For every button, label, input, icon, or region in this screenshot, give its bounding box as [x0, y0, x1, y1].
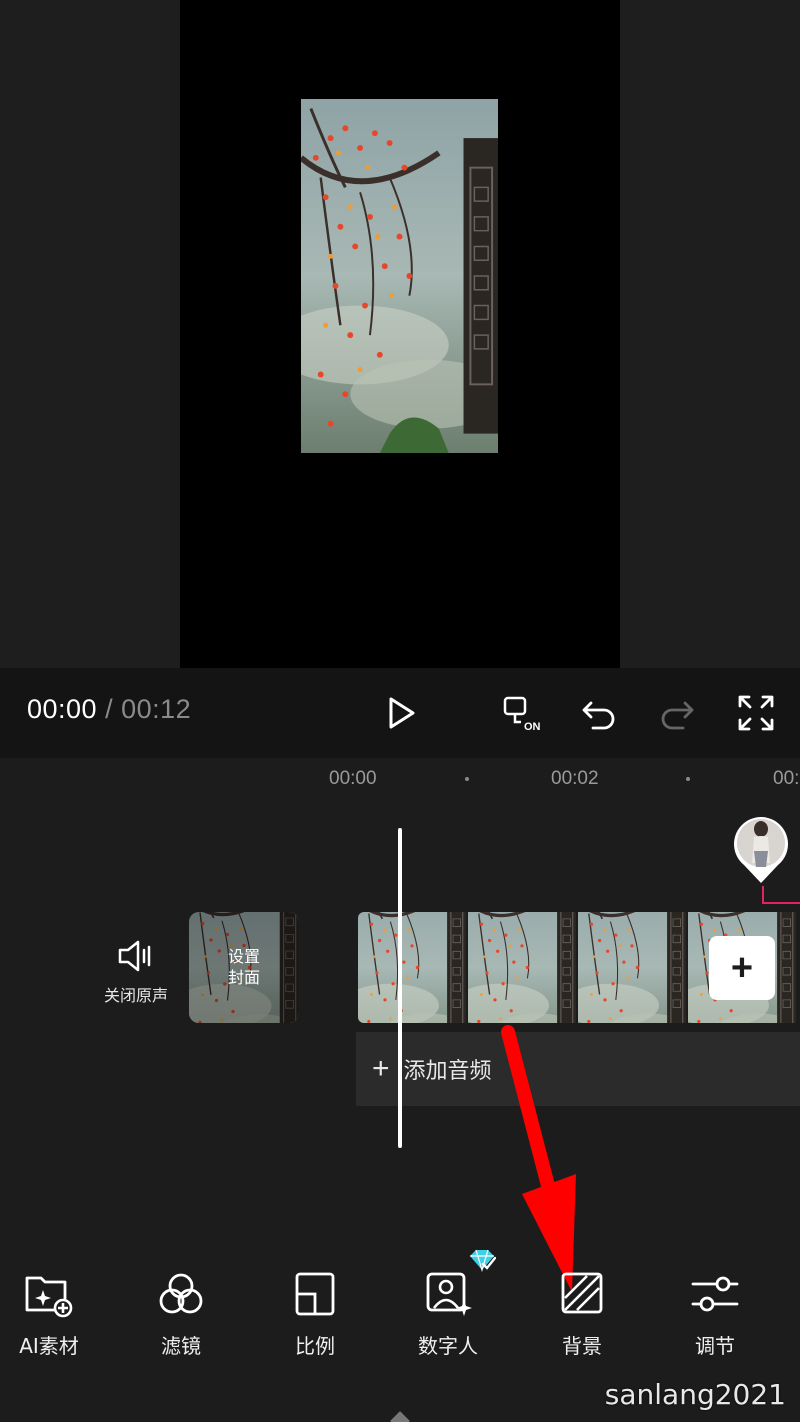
- video-canvas[interactable]: [180, 0, 620, 668]
- bottom-toolbar: AI素材 滤镜 比例 数字人 背景 调节: [0, 1250, 800, 1370]
- video-preview-frame: [301, 99, 498, 453]
- watermark: sanlang2021: [604, 1378, 786, 1411]
- toolbar-background[interactable]: 背景: [527, 1270, 637, 1360]
- play-icon: [389, 697, 415, 729]
- add-audio-label: 添加音频: [403, 1059, 492, 1084]
- ruler-tick-label: 00:02: [551, 768, 599, 789]
- clip-frame: [468, 912, 576, 1023]
- play-button[interactable]: [378, 690, 424, 736]
- playhead[interactable]: [398, 828, 402, 1148]
- toolbar-ratio[interactable]: 比例: [260, 1270, 370, 1360]
- nav-home-hint: [390, 1411, 410, 1422]
- total-time: 00:12: [121, 694, 192, 724]
- plus-icon: +: [372, 1052, 390, 1085]
- mute-label: 关闭原声: [103, 986, 168, 1005]
- undo-icon: [582, 701, 615, 730]
- ruler-tick-label: 00:00: [329, 768, 377, 789]
- timeline[interactable]: 00:00 00:02 00:0 关闭原声 设置 封面 + + 添加: [0, 758, 800, 1238]
- ruler-tick-label: 00:0: [773, 768, 800, 789]
- toolbar-filter[interactable]: 滤镜: [126, 1270, 236, 1360]
- redo-button[interactable]: [654, 690, 700, 736]
- undo-button[interactable]: [576, 690, 622, 736]
- pin-connector: [762, 902, 800, 904]
- keyframe-on-icon: ON: [503, 696, 541, 733]
- timecode: 00:00 / 00:12: [27, 694, 191, 725]
- digital-human-avatar-pin[interactable]: [732, 813, 790, 885]
- add-clip-button[interactable]: +: [709, 936, 775, 1000]
- background-icon: [561, 1272, 603, 1314]
- toolbar-ai-material[interactable]: AI素材: [0, 1270, 104, 1360]
- current-time: 00:00: [27, 694, 98, 724]
- toolbar-digital-human[interactable]: 数字人: [393, 1270, 503, 1360]
- ruler-dot: [686, 777, 690, 781]
- cover-label: 设置 封面: [227, 947, 260, 987]
- redo-icon: [661, 701, 694, 730]
- adjust-icon: [691, 1276, 739, 1312]
- preview-area: [0, 0, 800, 668]
- set-cover-button[interactable]: 设置 封面: [189, 912, 299, 1023]
- time-separator: /: [105, 694, 114, 724]
- svg-text:ON: ON: [524, 721, 541, 733]
- speaker-icon: [118, 940, 151, 972]
- toolbar-adjust[interactable]: 调节: [660, 1270, 770, 1360]
- mute-original-audio-button[interactable]: 关闭原声: [96, 938, 176, 1008]
- ai-material-icon: [25, 1276, 73, 1318]
- fullscreen-icon: [738, 695, 774, 731]
- fullscreen-button[interactable]: [733, 690, 779, 736]
- clip-frame: [358, 912, 466, 1023]
- keyframe-on-button[interactable]: ON: [499, 690, 545, 736]
- digital-human-icon: [426, 1272, 472, 1316]
- ratio-icon: [295, 1272, 335, 1316]
- ruler-dot: [465, 777, 469, 781]
- filter-icon: [159, 1273, 203, 1314]
- vip-diamond-icon: [470, 1249, 496, 1272]
- persimmon-tree-scene: [301, 99, 498, 453]
- clip-frame: [578, 912, 686, 1023]
- plus-icon: +: [730, 947, 754, 989]
- playback-controls: 00:00 / 00:12 ON: [0, 668, 800, 758]
